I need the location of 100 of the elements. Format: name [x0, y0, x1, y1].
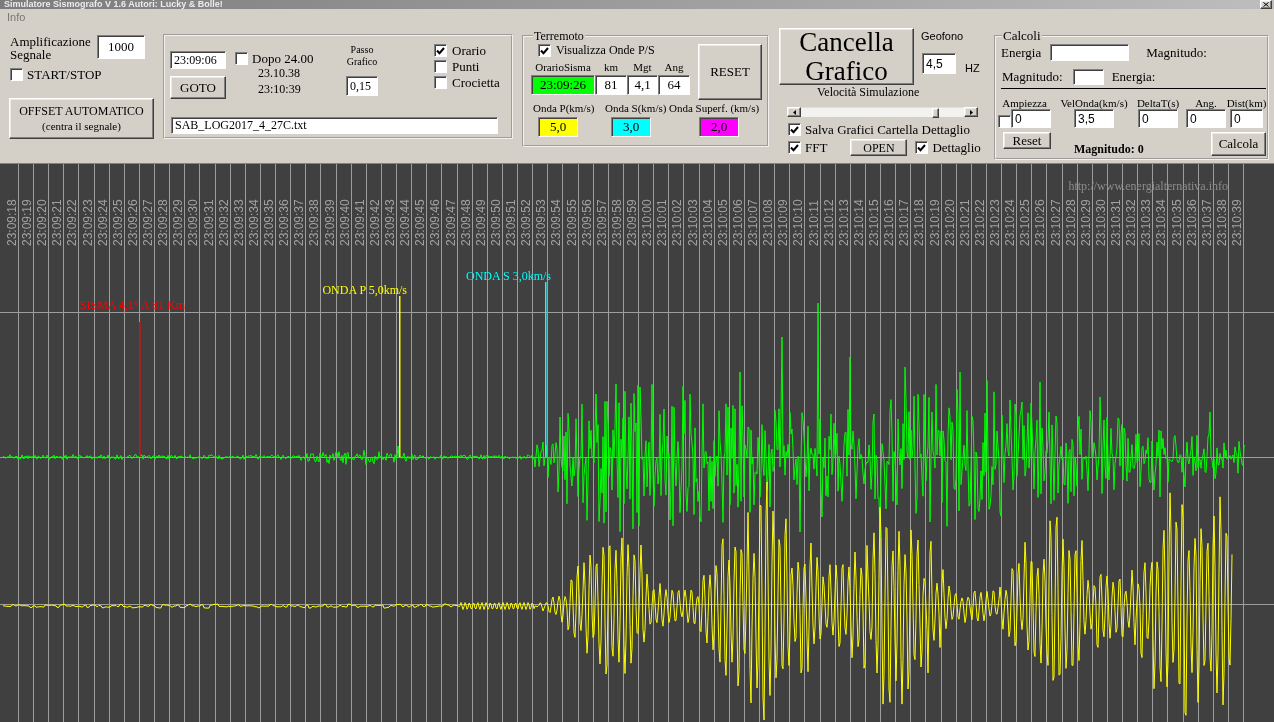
left-arrow-icon: [792, 109, 796, 115]
check-icon: [917, 143, 927, 152]
time-field[interactable]: 23:09:06: [170, 51, 226, 69]
time-label: 23:10:36: [1185, 199, 1199, 246]
field-label: Onda S(km/s): [605, 102, 667, 115]
offset-button[interactable]: OFFSET AUTOMATICO (centra il segnale): [9, 98, 154, 139]
time-label: 23:09:40: [338, 199, 352, 246]
time-label: 23:09:41: [353, 199, 367, 246]
close-button[interactable]: [1260, 0, 1272, 9]
time-label: 23:09:32: [217, 199, 231, 246]
checkbox-label[interactable]: Punti: [452, 60, 480, 73]
time-label: 23:09:43: [383, 199, 397, 246]
checkbox-label[interactable]: START/STOP: [27, 68, 102, 81]
checkbox-label[interactable]: Dettaglio: [932, 141, 981, 154]
clear-chart-button[interactable]: Cancella Grafico: [779, 28, 914, 85]
reset-button[interactable]: RESET: [698, 44, 762, 100]
time-label: 23:10:00: [640, 199, 654, 246]
time-label: 23:10:23: [988, 199, 1002, 246]
reset-button[interactable]: Reset: [1003, 132, 1051, 149]
time-label: 23:09:58: [610, 199, 624, 246]
checkbox-label[interactable]: Visualizza Onde P/S: [556, 44, 655, 57]
wave-speed-field[interactable]: 3,0: [611, 117, 651, 137]
geophone-field[interactable]: 4,5: [922, 53, 956, 74]
checkbox-label[interactable]: Orario: [452, 44, 486, 57]
file-name-field[interactable]: SAB_LOG2017_4_27C.txt: [171, 117, 498, 134]
time-label: 23:10:38: [1215, 199, 1229, 246]
time-label: 23:10:25: [1018, 199, 1032, 246]
right-arrow-icon: [969, 109, 973, 115]
checkbox-label[interactable]: FFT: [805, 141, 828, 154]
time-label: 23:10:03: [686, 199, 700, 246]
time-label: 23:09:48: [459, 199, 473, 246]
time-label: 23:09:47: [444, 199, 458, 246]
checkbox[interactable]: [434, 60, 447, 73]
time-label: 23:09:51: [504, 199, 518, 246]
check-icon: [436, 46, 445, 55]
close-icon: [1263, 2, 1269, 7]
time-label: 23:10:39: [1230, 199, 1244, 246]
step-field[interactable]: 0,15: [346, 76, 378, 96]
time-label: 23:10:34: [1154, 199, 1168, 246]
time-label: 23:09:57: [595, 199, 609, 246]
checkbox[interactable]: [788, 141, 801, 154]
slider-right-button[interactable]: [964, 107, 978, 117]
field-label: Onda P(km/s): [533, 102, 596, 115]
value-field[interactable]: 4,1: [627, 75, 658, 95]
checkbox[interactable]: [235, 52, 248, 65]
slider-thumb[interactable]: [932, 108, 940, 118]
wave-speed-field[interactable]: 2,0: [699, 117, 739, 137]
checkbox[interactable]: [434, 44, 447, 57]
energy-field[interactable]: [1050, 44, 1130, 61]
group-title: Terremoto: [533, 29, 585, 43]
number-field[interactable]: 0: [1011, 109, 1051, 128]
time-label: 23:09:25: [111, 199, 125, 246]
time-label: 23:09:46: [428, 199, 442, 246]
number-field[interactable]: 0: [1230, 109, 1263, 128]
checkbox-label[interactable]: Crocietta: [452, 76, 500, 89]
checkbox[interactable]: [10, 68, 23, 81]
amplification-field[interactable]: 1000: [97, 35, 145, 59]
field-label: Mgt: [632, 61, 653, 73]
time-label: 23:10:14: [852, 199, 866, 246]
checkbox[interactable]: [538, 44, 551, 57]
unit-label: HZ: [965, 62, 980, 74]
marker-label: ONDA P 5,0km/s: [322, 283, 407, 297]
time-label: 23:10:22: [973, 199, 987, 246]
time-label: 23:10:15: [867, 199, 881, 246]
time-label: 23:10:18: [912, 199, 926, 246]
number-field[interactable]: 0: [1186, 109, 1226, 128]
time-label: 23:10:06: [731, 199, 745, 246]
time-label: 23:09:59: [625, 199, 639, 246]
window-title: Simulatore Sismografo V 1.6 Autori: Lucky & Bolle!: [4, 0, 223, 9]
field-label: Magnitudo:: [1002, 70, 1063, 83]
time-label: 23:09:49: [474, 199, 488, 246]
time-label: 23:10:27: [1049, 199, 1063, 246]
number-field[interactable]: 3,5: [1074, 109, 1114, 128]
marker-label: ONDA S 3,0km/s: [466, 269, 551, 283]
goto-button[interactable]: GOTO: [170, 76, 226, 99]
time-label: 23:09:53: [534, 199, 548, 246]
time-text: 23:10:39: [258, 82, 302, 96]
number-field[interactable]: 0: [1138, 109, 1178, 128]
value-field[interactable]: 64: [658, 75, 690, 95]
time-label: 23:10:33: [1139, 199, 1153, 246]
open-button[interactable]: OPEN: [850, 139, 908, 156]
checkbox[interactable]: [434, 76, 447, 89]
magnitude-field[interactable]: [1072, 68, 1104, 85]
checkbox-label[interactable]: Salva Grafici Cartella Dettaglio: [805, 123, 970, 136]
value-field[interactable]: 23:09:26: [531, 75, 595, 95]
time-label: 23:09:44: [398, 199, 412, 246]
time-label: 23:10:01: [655, 199, 669, 246]
checkbox[interactable]: [915, 141, 929, 154]
calculate-button[interactable]: Calcola: [1211, 132, 1266, 156]
field-label: DeltaT(s): [1136, 97, 1180, 109]
marker-label: SISMA 4,1° A 81 Km: [79, 298, 185, 312]
checkbox[interactable]: [998, 115, 1011, 128]
slider-left-button[interactable]: [787, 107, 801, 117]
value-field[interactable]: 81: [595, 75, 627, 95]
time-label: 23:09:42: [368, 199, 382, 246]
checkbox-label[interactable]: Dopo 24.00: [252, 52, 314, 65]
time-label: 23:09:54: [549, 199, 563, 246]
checkbox[interactable]: [788, 123, 801, 136]
wave-speed-field[interactable]: 5,0: [538, 117, 578, 137]
time-label: 23:09:23: [81, 199, 95, 246]
